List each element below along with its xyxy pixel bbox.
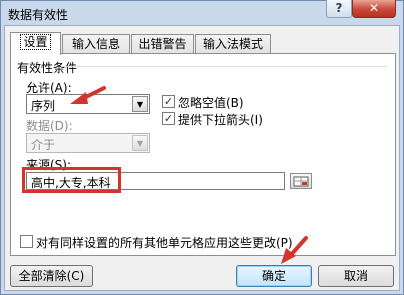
- in-cell-dropdown-checkbox[interactable]: ✓: [162, 112, 175, 125]
- clear-all-label: 全部清除(C): [18, 269, 85, 283]
- apply-to-all-label: 对有同样设置的所有其他单元格应用这些更改(P): [36, 236, 293, 250]
- tab-settings[interactable]: 设置: [10, 32, 61, 55]
- dialog-title: 数据有效性: [8, 8, 69, 22]
- tab-error-alert[interactable]: 出错警告: [131, 34, 194, 54]
- range-picker-icon: [293, 176, 309, 187]
- tab-input-message[interactable]: 输入信息: [62, 34, 130, 54]
- allow-select[interactable]: 序列 ▼: [26, 94, 150, 114]
- help-button[interactable]: ?: [326, 0, 352, 18]
- apply-to-all-checkbox[interactable]: [20, 235, 33, 248]
- data-label: 数据(D):: [26, 119, 73, 133]
- ok-label: 确定: [261, 269, 286, 283]
- close-button[interactable]: ✕: [352, 0, 396, 18]
- tab-label: 设置: [20, 34, 51, 50]
- help-icon: ?: [335, 1, 343, 15]
- tab-ime-mode[interactable]: 输入法模式: [195, 34, 271, 54]
- tab-label: 出错警告: [138, 37, 187, 51]
- validation-criteria-group-label: 有效性条件: [17, 61, 78, 75]
- in-cell-dropdown-label: 提供下拉箭头(I): [178, 113, 263, 127]
- cancel-button[interactable]: 取消: [318, 265, 394, 287]
- dropdown-arrow-icon[interactable]: ▼: [132, 96, 148, 112]
- tab-label: 输入法模式: [202, 37, 263, 51]
- allow-selected-value: 序列: [31, 99, 56, 113]
- tab-label: 输入信息: [71, 37, 120, 51]
- ok-button[interactable]: 确定: [236, 265, 312, 287]
- group-divider: [61, 66, 387, 67]
- ignore-blank-checkbox[interactable]: ✓: [162, 95, 175, 108]
- close-icon: ✕: [368, 1, 380, 15]
- range-picker-button[interactable]: [290, 173, 312, 189]
- source-highlight-box: [22, 167, 121, 193]
- clear-all-button[interactable]: 全部清除(C): [10, 265, 93, 287]
- ignore-blank-label: 忽略空值(B): [178, 96, 244, 110]
- dropdown-arrow-icon: ▼: [132, 135, 148, 151]
- data-select: 介于 ▼: [26, 133, 150, 153]
- data-selected-value: 介于: [31, 138, 56, 152]
- cancel-label: 取消: [343, 269, 368, 283]
